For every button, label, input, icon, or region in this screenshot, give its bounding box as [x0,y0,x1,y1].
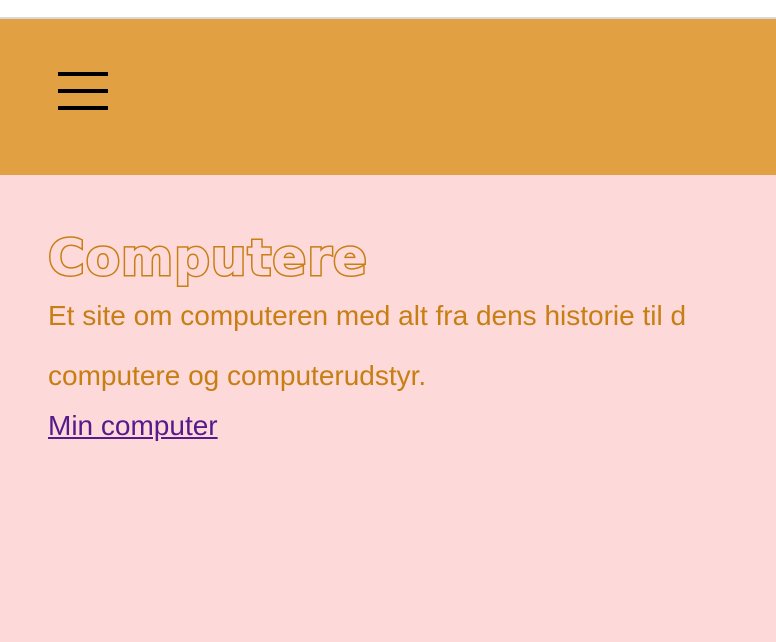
intro-text: Et site om computeren med alt fra dens h… [48,286,776,406]
page-title: Computere [47,228,369,289]
hamburger-menu-icon[interactable] [57,72,109,112]
menu-bar-middle [58,89,108,93]
main-content: Computere Et site om computeren med alt … [47,222,776,446]
my-computer-link[interactable]: Min computer [48,406,218,446]
menu-bar-bottom [58,106,108,110]
browser-top-strip [0,0,776,19]
intro-line-1: Et site om computeren med alt fra dens h… [48,300,687,331]
menu-bar-top [58,72,108,76]
intro-line-2: computere og computerudstyr. [48,360,427,391]
site-header [0,19,776,175]
page: Computere Et site om computeren med alt … [0,0,776,642]
